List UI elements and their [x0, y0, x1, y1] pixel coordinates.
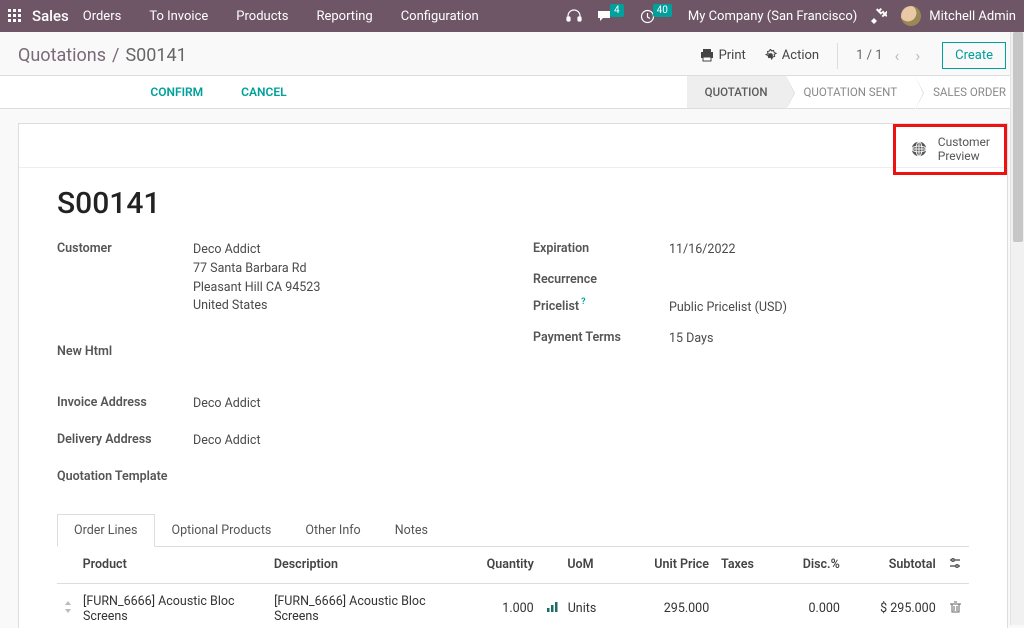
delivery-address-value[interactable]: Deco Addict	[193, 432, 261, 451]
status-bar: SEND BY EMAIL CONFIRM CANCEL QUOTATION Q…	[0, 75, 1024, 109]
th-description[interactable]: Description	[268, 557, 459, 572]
globe-icon	[910, 140, 928, 158]
th-product[interactable]: Product	[77, 557, 268, 572]
step-sales-order[interactable]: SALES ORDER	[915, 76, 1024, 108]
new-html-label: New Html	[57, 344, 193, 359]
recurrence-label: Recurrence	[533, 272, 669, 287]
headset-icon[interactable]	[566, 9, 582, 23]
customer-label: Customer	[57, 241, 193, 256]
app-brand[interactable]: Sales	[32, 7, 69, 25]
scrollbar[interactable]	[1010, 32, 1024, 625]
debug-icon[interactable]	[871, 8, 887, 24]
expiration-value[interactable]: 11/16/2022	[669, 241, 736, 260]
confirm-button[interactable]: CONFIRM	[138, 79, 215, 105]
cell-unit-price[interactable]: 295.000	[619, 601, 715, 616]
delivery-address-label: Delivery Address	[57, 432, 193, 447]
activities-badge: 40	[653, 4, 672, 17]
forecast-icon[interactable]	[540, 601, 562, 616]
apps-icon[interactable]	[8, 9, 22, 23]
nav-reporting[interactable]: Reporting	[316, 9, 372, 24]
nav-configuration[interactable]: Configuration	[401, 9, 479, 24]
customer-preview-label2: Preview	[938, 149, 990, 163]
pager-count: 1 / 1	[856, 48, 882, 63]
breadcrumb-current: S00141	[125, 45, 186, 66]
step-quotation[interactable]: QUOTATION	[687, 76, 786, 108]
row-delete[interactable]	[942, 601, 969, 617]
th-options[interactable]	[942, 557, 969, 573]
nav-orders[interactable]: Orders	[83, 9, 122, 24]
payment-terms-value[interactable]: 15 Days	[669, 330, 713, 349]
cell-quantity[interactable]: 1.000	[459, 601, 540, 616]
pricelist-value[interactable]: Public Pricelist (USD)	[669, 299, 787, 318]
form-sheet: Customer Preview S00141 Customer Deco Ad…	[18, 123, 1008, 628]
sliders-icon	[949, 557, 961, 569]
customer-value[interactable]: Deco Addict 77 Santa Barbara Rd Pleasant…	[193, 241, 320, 316]
pager-next[interactable]: ›	[911, 42, 924, 69]
breadcrumb-root[interactable]: Quotations	[18, 45, 106, 66]
table-row[interactable]: [FURN_6666] Acoustic Bloc Screens [FURN_…	[57, 584, 969, 628]
doc-title: S00141	[19, 168, 1007, 231]
cell-product[interactable]: [FURN_6666] Acoustic Bloc Screens	[77, 594, 268, 624]
messages-icon[interactable]: 4	[596, 9, 626, 23]
th-taxes[interactable]: Taxes	[715, 557, 769, 572]
avatar	[901, 6, 921, 26]
cell-description[interactable]: [FURN_6666] Acoustic Bloc Screens	[268, 594, 459, 624]
company-switcher[interactable]: My Company (San Francisco)	[688, 9, 857, 24]
invoice-address-value[interactable]: Deco Addict	[193, 395, 261, 414]
th-uom[interactable]: UoM	[561, 557, 619, 572]
print-button[interactable]: Print	[700, 48, 746, 63]
pager-prev[interactable]: ‹	[891, 42, 904, 69]
messages-badge: 4	[610, 4, 624, 17]
cancel-button[interactable]: CANCEL	[229, 79, 298, 105]
sheet-wrap: Customer Preview S00141 Customer Deco Ad…	[0, 109, 1024, 628]
th-quantity[interactable]: Quantity	[459, 557, 540, 572]
user-menu[interactable]: Mitchell Admin	[901, 6, 1016, 26]
th-subtotal[interactable]: Subtotal	[846, 557, 942, 572]
help-icon[interactable]: ?	[581, 297, 585, 307]
sheet-top-strip: Customer Preview	[19, 124, 1007, 168]
customer-preview-label1: Customer	[938, 135, 990, 149]
action-button[interactable]: Action	[764, 48, 819, 63]
breadcrumb-row: Quotations / S00141 Print Action 1 / 1 ‹…	[0, 32, 1024, 75]
table-header: Product Description Quantity UoM Unit Pr…	[57, 547, 969, 584]
pager: 1 / 1 ‹ ›	[856, 42, 924, 69]
th-disc[interactable]: Disc.%	[769, 557, 846, 572]
left-column: Customer Deco Addict 77 Santa Barbara Rd…	[57, 235, 493, 490]
nav-to-invoice[interactable]: To Invoice	[149, 9, 208, 24]
cell-uom[interactable]: Units	[562, 601, 620, 616]
scrollbar-thumb[interactable]	[1013, 32, 1023, 242]
payment-terms-label: Payment Terms	[533, 330, 669, 345]
tab-order-lines[interactable]: Order Lines	[57, 514, 155, 547]
quotation-template-label: Quotation Template	[57, 469, 193, 484]
create-button[interactable]: Create	[942, 42, 1006, 69]
cell-disc[interactable]: 0.000	[769, 601, 846, 616]
status-pipeline: QUOTATION QUOTATION SENT SALES ORDER	[687, 76, 1024, 108]
tab-other-info[interactable]: Other Info	[288, 514, 377, 547]
tab-optional-products[interactable]: Optional Products	[155, 514, 289, 547]
drag-handle[interactable]	[57, 601, 77, 617]
cell-subtotal: $ 295.000	[846, 601, 942, 616]
divider	[837, 43, 838, 69]
expiration-label: Expiration	[533, 241, 669, 256]
order-lines-table: Product Description Quantity UoM Unit Pr…	[57, 547, 969, 628]
customer-preview-button[interactable]: Customer Preview	[893, 124, 1007, 175]
step-quotation-sent[interactable]: QUOTATION SENT	[786, 76, 916, 108]
send-email-button[interactable]: SEND BY EMAIL	[14, 79, 124, 105]
nav-products[interactable]: Products	[236, 9, 288, 24]
tab-notes[interactable]: Notes	[378, 514, 445, 547]
top-nav: Sales Orders To Invoice Products Reporti…	[0, 0, 1024, 32]
invoice-address-label: Invoice Address	[57, 395, 193, 410]
right-column: Expiration 11/16/2022 Recurrence Priceli…	[533, 235, 969, 490]
nav-items: Orders To Invoice Products Reporting Con…	[83, 9, 479, 24]
pricelist-label: Pricelist?	[533, 299, 669, 314]
th-unit-price[interactable]: Unit Price	[619, 557, 715, 572]
breadcrumb-sep: /	[112, 45, 119, 66]
tabs: Order Lines Optional Products Other Info…	[57, 514, 969, 547]
activities-icon[interactable]: 40	[640, 9, 674, 24]
